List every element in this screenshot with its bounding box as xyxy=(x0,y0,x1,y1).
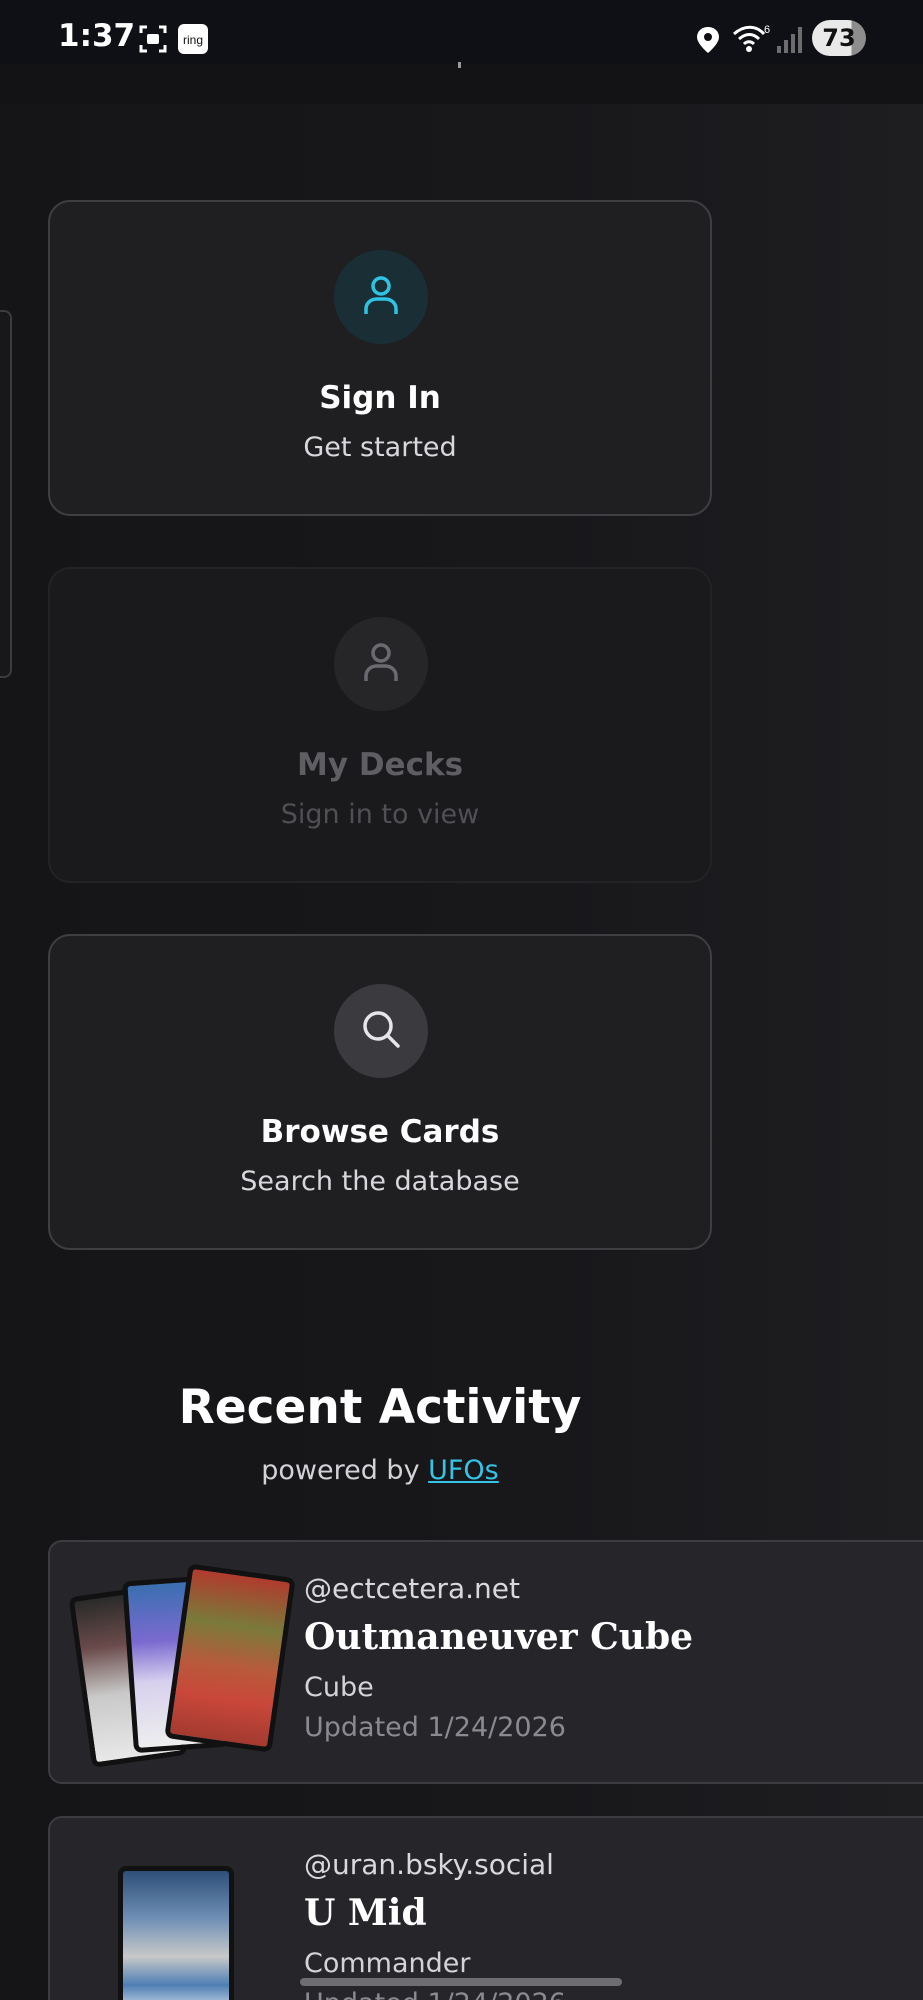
deck-thumbnail xyxy=(66,1563,306,1768)
my-decks-card: My Decks Sign in to view xyxy=(48,567,712,883)
side-drawer-handle[interactable] xyxy=(0,310,12,678)
wifi-6-icon: 6 xyxy=(732,22,772,58)
my-decks-title: My Decks xyxy=(296,747,464,783)
home-indicator[interactable] xyxy=(300,1978,622,1986)
deck-title[interactable]: U Mid xyxy=(304,1892,427,1934)
deck-format: Cube xyxy=(304,1672,374,1703)
author-handle[interactable]: @ectcetera.net xyxy=(304,1572,520,1605)
activity-item[interactable]: @uran.bsky.social U Mid Commander Update… xyxy=(48,1816,923,2000)
sign-in-subtitle: Get started xyxy=(303,432,457,463)
status-time: 1:37 xyxy=(58,18,136,54)
powered-by-prefix: powered by xyxy=(261,1455,429,1486)
user-icon xyxy=(361,273,401,321)
sign-in-card[interactable]: Sign In Get started xyxy=(48,200,712,516)
deck-format: Commander xyxy=(304,1948,471,1979)
battery-level: 73 xyxy=(822,24,856,52)
browse-cards-icon-circle xyxy=(334,984,428,1078)
sign-in-icon-circle xyxy=(334,250,428,344)
browse-cards-card[interactable]: Browse Cards Search the database xyxy=(48,934,712,1250)
browse-cards-subtitle: Search the database xyxy=(240,1166,520,1197)
user-icon xyxy=(361,640,401,688)
ufos-link[interactable]: UFOs xyxy=(428,1455,499,1486)
card-thumbnail xyxy=(164,1563,296,1753)
card-thumbnail xyxy=(118,1866,234,2000)
sign-in-title: Sign In xyxy=(319,380,441,416)
deck-title[interactable]: Outmaneuver Cube xyxy=(304,1616,693,1658)
deck-updated: Updated 1/24/2026 xyxy=(304,1988,566,2000)
powered-by-line: powered by UFOs xyxy=(0,1455,760,1486)
activity-item[interactable]: @ectcetera.net Outmaneuver Cube Cube Upd… xyxy=(48,1540,923,1784)
recent-activity-title: Recent Activity xyxy=(178,1380,582,1435)
battery-icon: 73 xyxy=(812,20,866,56)
screenshot-icon xyxy=(138,24,168,58)
location-icon xyxy=(696,26,720,58)
browse-cards-title: Browse Cards xyxy=(260,1114,500,1150)
my-decks-icon-circle xyxy=(334,617,428,711)
app-screen: 1:37 ring 6 73 Sign In Get started My De… xyxy=(0,0,923,2000)
author-handle[interactable]: @uran.bsky.social xyxy=(304,1848,554,1881)
cellular-signal-icon xyxy=(776,26,804,58)
top-app-bar xyxy=(0,64,923,104)
my-decks-subtitle: Sign in to view xyxy=(280,799,480,830)
top-bar-fragment xyxy=(458,62,461,68)
search-icon xyxy=(359,1007,403,1055)
status-bar: 1:37 ring 6 73 xyxy=(0,0,923,64)
deck-thumbnail xyxy=(66,1842,306,2000)
ring-app-icon: ring xyxy=(178,24,208,58)
ring-label: ring xyxy=(183,33,203,47)
deck-updated: Updated 1/24/2026 xyxy=(304,1712,566,1743)
wifi-badge: 6 xyxy=(764,24,770,36)
